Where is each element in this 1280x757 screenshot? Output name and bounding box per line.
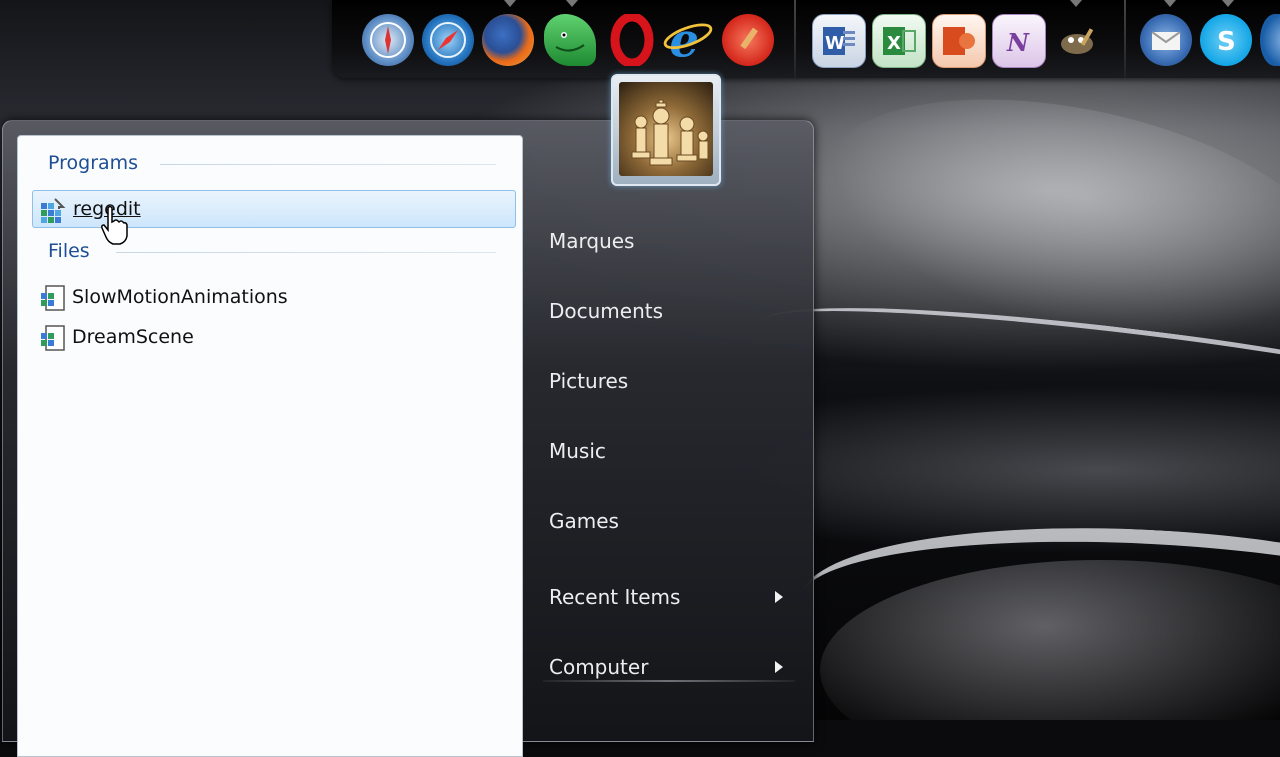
registry-file-icon [38, 323, 66, 351]
start-link-music[interactable]: Music [549, 439, 606, 463]
opera-icon[interactable] [606, 14, 658, 66]
search-result-label: DreamScene [72, 326, 194, 348]
skype-icon[interactable]: S [1200, 14, 1252, 66]
programs-section-header: Programs [48, 152, 139, 174]
start-link-recent-items[interactable]: Recent Items [549, 585, 680, 609]
dock-separator [1124, 0, 1126, 78]
files-section-header: Files [48, 240, 90, 262]
submenu-arrow-icon [775, 591, 783, 603]
chess-pieces-icon [619, 82, 713, 176]
dock-running-indicator [1222, 0, 1234, 7]
powerpoint-icon[interactable] [932, 14, 986, 68]
search-results-pane: Programs regedit Files SlowMotionAnimati… [17, 135, 523, 757]
app-dock: e W X N S [332, 0, 1280, 78]
svg-text:W: W [825, 33, 845, 54]
svg-text:N: N [1006, 28, 1030, 57]
svg-text:X: X [887, 33, 901, 54]
dock-running-indicator [1070, 0, 1082, 7]
extra-app-icon[interactable] [1260, 14, 1280, 66]
start-link-games[interactable]: Games [549, 509, 619, 533]
start-link-pictures[interactable]: Pictures [549, 369, 628, 393]
search-result-file[interactable]: SlowMotionAnimations [32, 279, 514, 315]
dock-running-indicator [504, 0, 516, 7]
start-link-marques[interactable]: Marques [549, 229, 634, 253]
right-pane-divider [543, 680, 795, 682]
search-result-file[interactable]: DreamScene [32, 319, 514, 355]
section-divider [116, 252, 496, 253]
hand-cursor-icon [100, 204, 128, 246]
safari-compass-icon[interactable] [362, 14, 414, 66]
submenu-arrow-icon [775, 661, 783, 673]
ccleaner-icon[interactable] [722, 14, 774, 66]
dock-separator [794, 0, 796, 78]
svg-text:S: S [1217, 27, 1236, 57]
thunderbird-icon[interactable] [1140, 14, 1192, 66]
svg-text:e: e [669, 14, 699, 66]
search-result-label: SlowMotionAnimations [72, 286, 288, 308]
start-link-documents[interactable]: Documents [549, 299, 663, 323]
excel-icon[interactable]: X [872, 14, 926, 68]
onenote-icon[interactable]: N [992, 14, 1046, 68]
dock-running-indicator [1164, 0, 1176, 7]
registry-file-icon [38, 283, 66, 311]
section-divider [160, 164, 496, 165]
dock-running-indicator [566, 0, 578, 7]
user-picture[interactable] [611, 74, 721, 186]
word-icon[interactable]: W [812, 14, 866, 68]
internet-explorer-icon[interactable]: e [662, 14, 714, 66]
regedit-icon [39, 195, 67, 223]
gimp-icon[interactable] [1052, 14, 1104, 66]
firefox-icon[interactable] [482, 14, 534, 66]
dragon-icon[interactable] [544, 14, 596, 66]
safari-icon[interactable] [422, 14, 474, 66]
start-link-computer[interactable]: Computer [549, 655, 648, 679]
